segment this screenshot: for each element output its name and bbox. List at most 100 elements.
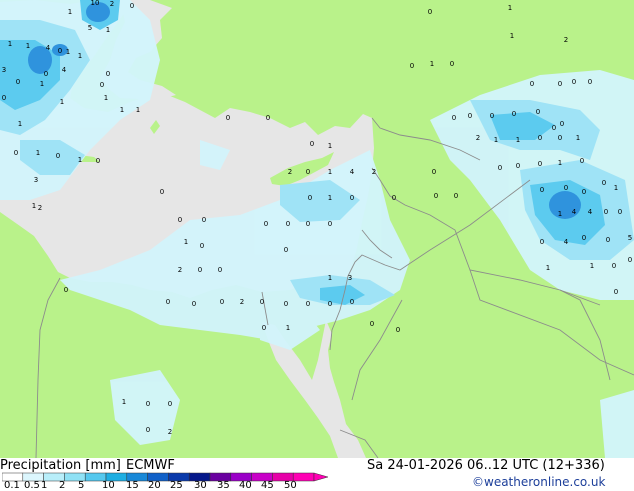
- precip-value-label: 0: [262, 324, 266, 332]
- precip-value-label: 4: [588, 208, 593, 216]
- precip-value-label: 2: [178, 266, 182, 274]
- precip-value-label: 0: [328, 300, 332, 308]
- precip-value-label: 0: [226, 114, 230, 122]
- precip-value-label: 1: [576, 134, 580, 142]
- legend-tick-labels: 0.1 0.5 1 2 5 10 15 20 25 30 35 40 45 50: [0, 480, 330, 491]
- precip-value-label: 1: [8, 40, 12, 48]
- legend-tick-label: 1: [41, 480, 48, 491]
- precip-value-label: 0: [540, 238, 544, 246]
- precip-value-label: 0: [56, 152, 60, 160]
- precip-value-label: 0: [308, 194, 312, 202]
- precip-value-label: 0: [490, 112, 494, 120]
- precip-value-label: 0: [2, 94, 6, 102]
- precip-value-label: 0: [580, 157, 584, 165]
- precip-value-label: 2: [240, 298, 244, 306]
- precip-value-label: 1: [430, 60, 434, 68]
- precip-value-label: 2: [288, 168, 292, 176]
- precip-value-label: 0: [306, 300, 310, 308]
- precip-value-label: 4: [572, 208, 577, 216]
- precip-value-label: 1: [558, 210, 562, 218]
- valid-time: Sa 24-01-2026 06..12 UTC (12+336): [367, 458, 605, 473]
- precip-value-label: 1: [78, 52, 82, 60]
- precip-value-label: 1: [78, 156, 82, 164]
- precip-value-label: 0: [146, 400, 150, 408]
- legend-tick-label: 20: [148, 480, 161, 491]
- precip-value-label: 0: [218, 266, 222, 274]
- precip-value-label: 0: [350, 298, 354, 306]
- precip-value-label: 4: [564, 238, 569, 246]
- precip-value-label: 0: [428, 8, 432, 16]
- precip-value-label: 0: [106, 70, 110, 78]
- legend-tick-label: 0.1: [4, 480, 20, 491]
- precip-value-label: 0: [64, 286, 68, 294]
- legend-tick-label: 15: [126, 480, 139, 491]
- precip-value-label: 3: [348, 274, 352, 282]
- precip-value-label: 0: [328, 220, 332, 228]
- precip-value-label: 0: [392, 194, 396, 202]
- legend-tick-label: 35: [217, 480, 230, 491]
- precip-value-label: 0: [220, 298, 224, 306]
- precip-value-label: 1: [40, 80, 44, 88]
- precip-value-label: 0: [606, 236, 610, 244]
- precip-value-label: 0: [604, 208, 608, 216]
- precip-value-label: 0: [200, 242, 204, 250]
- precip-value-label: 0: [284, 300, 288, 308]
- precip-value-label: 0: [434, 192, 438, 200]
- precip-value-label: 1: [494, 136, 498, 144]
- precip-value-label: 1: [104, 94, 108, 102]
- precip-value-label: 0: [540, 186, 544, 194]
- precip-value-label: 0: [192, 300, 196, 308]
- precip-value-label: 1: [558, 159, 562, 167]
- precip-value-label: 0: [614, 288, 618, 296]
- precip-value-label: 0: [178, 216, 182, 224]
- model-name: ECMWF: [126, 458, 175, 473]
- legend-tick-label: 25: [170, 480, 183, 491]
- precip-value-label: 1: [328, 168, 332, 176]
- precip-value-label: 1: [60, 98, 64, 106]
- precip-value-label: 0: [628, 256, 632, 264]
- precip-value-label: 0: [44, 70, 48, 78]
- precip-value-label: 0: [498, 164, 502, 172]
- precip-value-label: 1: [328, 194, 332, 202]
- precip-value-label: 0: [306, 220, 310, 228]
- legend-tick-label: 50: [284, 480, 297, 491]
- precip-value-label: 0: [454, 192, 458, 200]
- precip-value-label: 1: [32, 202, 36, 210]
- precip-value-label: 1: [510, 32, 514, 40]
- precip-value-label: 1: [508, 4, 512, 12]
- precip-value-label: 0: [370, 320, 374, 328]
- precip-value-label: 1: [66, 48, 70, 56]
- precip-value-label: 5: [628, 234, 632, 242]
- legend-tick-label: 5: [78, 480, 85, 491]
- legend-tick-label: 0.5: [24, 480, 40, 491]
- precip-value-label: 0: [564, 184, 568, 192]
- precip-value-label: 0: [450, 60, 454, 68]
- precip-value-label: 0: [432, 168, 436, 176]
- precip-value-label: 2: [372, 168, 376, 176]
- precip-value-label: 0: [166, 298, 170, 306]
- precip-value-label: 0: [286, 220, 290, 228]
- legend-tick-label: 10: [102, 480, 115, 491]
- precip-value-label: 1: [120, 106, 124, 114]
- precip-value-label: 0: [350, 194, 354, 202]
- precip-value-label: 0: [96, 157, 100, 165]
- legend-tick-label: 2: [59, 480, 66, 491]
- precip-value-label: 0: [512, 110, 516, 118]
- precip-value-label: 0: [396, 326, 400, 334]
- precip-value-label: 0: [58, 47, 62, 55]
- precip-value-label: 0: [552, 124, 556, 132]
- precip-value-label: 0: [260, 298, 264, 306]
- precip-value-label: 0: [582, 234, 586, 242]
- precip-value-label: 0: [536, 108, 540, 116]
- precip-value-label: 1: [516, 136, 520, 144]
- precip-value-label: 0: [560, 120, 564, 128]
- precip-value-label: 2: [38, 204, 42, 212]
- precip-value-label: 4: [46, 44, 51, 52]
- precip-value-label: 0: [588, 78, 592, 86]
- precip-value-label: 2: [564, 36, 568, 44]
- legend-footer: Precipitation [mm] ECMWF Sa 24-01-2026 0…: [0, 458, 634, 491]
- precip-value-label: 2: [168, 428, 172, 436]
- legend-tick-label: 40: [239, 480, 252, 491]
- precip-value-label: 0: [306, 168, 310, 176]
- precip-value-label: 0: [538, 160, 542, 168]
